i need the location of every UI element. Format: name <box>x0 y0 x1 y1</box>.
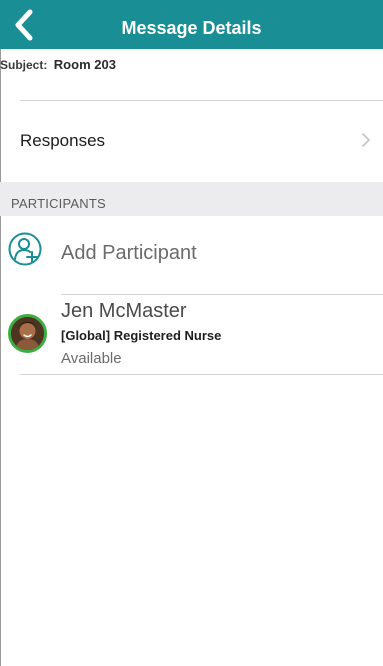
responses-row[interactable]: Responses <box>0 101 383 182</box>
section-header-label: PARTICIPANTS <box>11 196 106 211</box>
navigation-bar: Message Details <box>0 0 383 49</box>
page-title: Message Details <box>121 18 262 38</box>
divider <box>20 374 383 375</box>
add-participant-button[interactable]: Add Participant <box>0 216 383 294</box>
participant-row[interactable]: Jen McMaster [Global] Registered Nurse A… <box>0 294 383 374</box>
participant-role: [Global] Registered Nurse <box>61 328 222 343</box>
add-participant-label: Add Participant <box>61 242 197 264</box>
subject-label: Subject: <box>0 58 48 72</box>
participant-name: Jen McMaster <box>61 300 187 322</box>
avatar <box>8 314 47 353</box>
participant-status: Available <box>61 350 122 367</box>
subject-row: Subject: Room 203 <box>0 56 116 74</box>
subject-value: Room 203 <box>53 57 116 72</box>
participants-section-header: PARTICIPANTS <box>0 182 383 216</box>
responses-label: Responses <box>20 131 106 150</box>
add-user-icon <box>8 232 42 266</box>
chevron-right-icon <box>362 133 370 147</box>
